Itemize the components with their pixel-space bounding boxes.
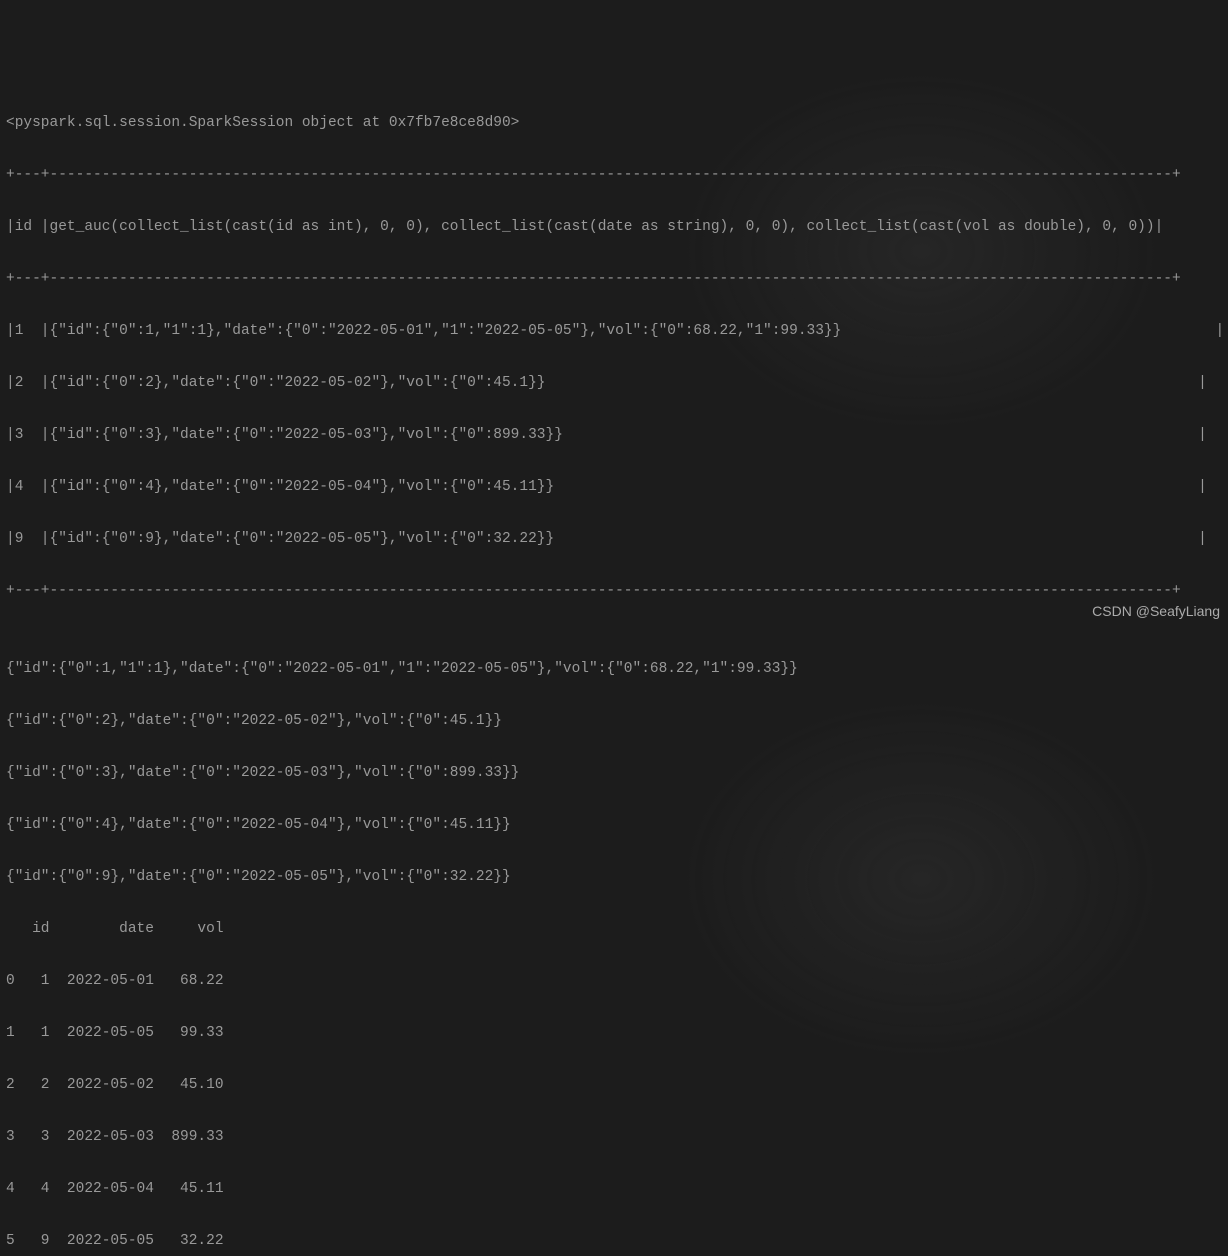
dataframe-row: 3 3 2022-05-03 899.33	[6, 1124, 1222, 1150]
json-output-line: {"id":{"0":1,"1":1},"date":{"0":"2022-05…	[6, 656, 1222, 682]
table-border-mid: +---+-----------------------------------…	[6, 266, 1222, 292]
json-output-line: {"id":{"0":9},"date":{"0":"2022-05-05"},…	[6, 864, 1222, 890]
table-header: |id |get_auc(collect_list(cast(id as int…	[6, 214, 1222, 240]
table-row: |4 |{"id":{"0":4},"date":{"0":"2022-05-0…	[6, 474, 1222, 500]
table-border-bot: +---+-----------------------------------…	[6, 578, 1222, 604]
json-output-line: {"id":{"0":2},"date":{"0":"2022-05-02"},…	[6, 708, 1222, 734]
dataframe-row: 4 4 2022-05-04 45.11	[6, 1176, 1222, 1202]
table-row: |3 |{"id":{"0":3},"date":{"0":"2022-05-0…	[6, 422, 1222, 448]
csdn-watermark: CSDN @SeafyLiang	[1092, 598, 1220, 624]
dataframe-row: 5 9 2022-05-05 32.22	[6, 1228, 1222, 1254]
table-row: |2 |{"id":{"0":2},"date":{"0":"2022-05-0…	[6, 370, 1222, 396]
dataframe-row: 1 1 2022-05-05 99.33	[6, 1020, 1222, 1046]
table-border-top: +---+-----------------------------------…	[6, 162, 1222, 188]
dataframe-row: 2 2 2022-05-02 45.10	[6, 1072, 1222, 1098]
table-row: |9 |{"id":{"0":9},"date":{"0":"2022-05-0…	[6, 526, 1222, 552]
dataframe-row: 0 1 2022-05-01 68.22	[6, 968, 1222, 994]
json-output-line: {"id":{"0":3},"date":{"0":"2022-05-03"},…	[6, 760, 1222, 786]
dataframe-header: id date vol	[6, 916, 1222, 942]
json-output-line: {"id":{"0":4},"date":{"0":"2022-05-04"},…	[6, 812, 1222, 838]
spark-session-repr: <pyspark.sql.session.SparkSession object…	[6, 110, 1222, 136]
table-row: |1 |{"id":{"0":1,"1":1},"date":{"0":"202…	[6, 318, 1222, 344]
